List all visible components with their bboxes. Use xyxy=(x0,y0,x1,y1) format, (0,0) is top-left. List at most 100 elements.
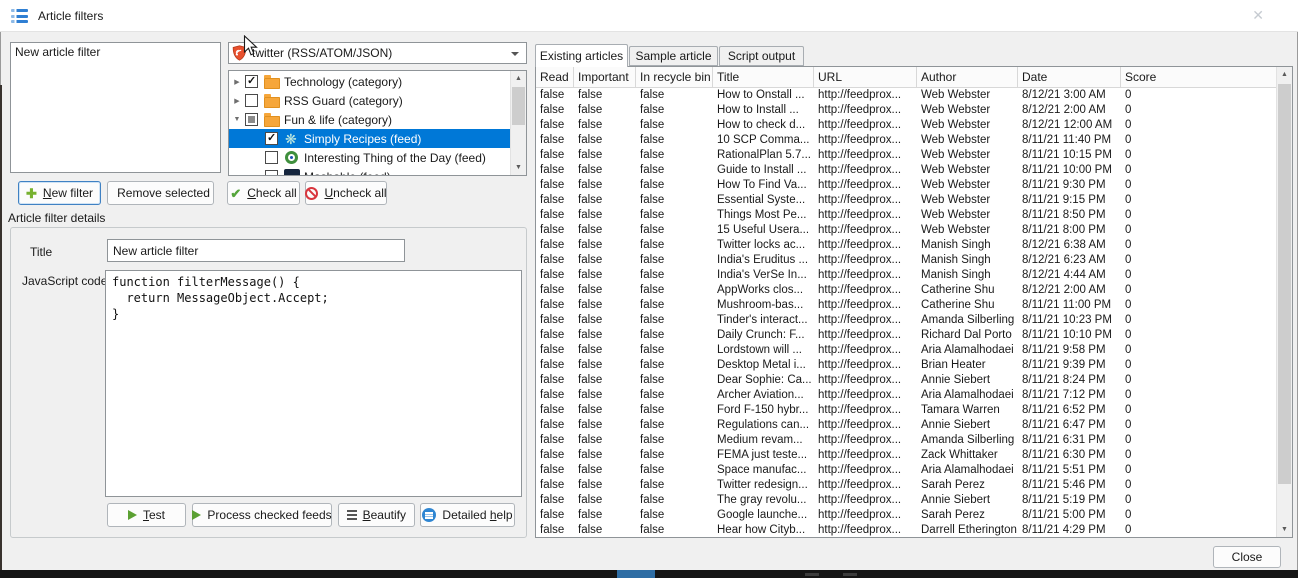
scroll-up-icon[interactable]: ▲ xyxy=(511,71,526,86)
table-row[interactable]: falsefalsefalseIndia's Eruditus ...http:… xyxy=(536,253,1276,268)
beautify-button[interactable]: Beautify xyxy=(338,503,415,527)
table-row[interactable]: falsefalsefalseFord F-150 hybr...http://… xyxy=(536,403,1276,418)
tab-script-output[interactable]: Script output xyxy=(719,46,804,66)
table-row[interactable]: falsefalsefalseRationalPlan 5.7...http:/… xyxy=(536,148,1276,163)
table-row[interactable]: falsefalsefalseDaily Crunch: F...http://… xyxy=(536,328,1276,343)
table-row[interactable]: falsefalsefalseMedium revam...http://fee… xyxy=(536,433,1276,448)
table-row[interactable]: falsefalsefalseIndia's VerSe In...http:/… xyxy=(536,268,1276,283)
table-row[interactable]: falsefalsefalseGoogle launche...http://f… xyxy=(536,508,1276,523)
feed-tree-item[interactable]: ▶Technology (category) xyxy=(229,72,510,91)
table-cell: false xyxy=(574,148,636,163)
table-row[interactable]: falsefalsefalseFEMA just teste...http://… xyxy=(536,448,1276,463)
table-row[interactable]: falsefalsefalseThe gray revolu...http://… xyxy=(536,493,1276,508)
checkbox[interactable] xyxy=(265,151,278,164)
table-cell: 8/11/21 9:15 PM xyxy=(1018,193,1121,208)
table-row[interactable]: falsefalsefalseDesktop Metal i...http://… xyxy=(536,358,1276,373)
feed-tree-item[interactable]: Simply Recipes (feed) xyxy=(229,129,510,148)
checkbox[interactable] xyxy=(265,132,278,145)
table-row[interactable]: falsefalsefalseTinder's interact...http:… xyxy=(536,313,1276,328)
tree-item-label: Simply Recipes (feed) xyxy=(304,132,421,146)
tree-item-label: Fun & life (category) xyxy=(284,113,392,127)
table-scrollbar[interactable]: ▲ ▼ xyxy=(1276,67,1292,537)
table-row[interactable]: falsefalsefalseAppWorks clos...http://fe… xyxy=(536,283,1276,298)
table-cell: false xyxy=(574,508,636,523)
test-button[interactable]: Test xyxy=(107,503,186,527)
feed-tree-item[interactable]: ▼ Fun & life (category) xyxy=(229,110,510,129)
uncheck-all-button[interactable]: Uncheck all xyxy=(305,181,387,205)
table-cell: Dear Sophie: Ca... xyxy=(713,373,814,388)
detailed-help-button[interactable]: Detailed help xyxy=(420,503,515,527)
table-row[interactable]: falsefalsefalseGuide to Install ...http:… xyxy=(536,163,1276,178)
table-row[interactable]: falsefalsefalseTwitter locks ac...http:/… xyxy=(536,238,1276,253)
table-cell: 8/12/21 3:00 AM xyxy=(1018,88,1121,103)
scroll-down-icon[interactable]: ▼ xyxy=(511,160,526,175)
column-header[interactable]: Author xyxy=(917,67,1018,87)
check-all-button[interactable]: Check all xyxy=(227,181,300,205)
scroll-up-icon[interactable]: ▲ xyxy=(1277,67,1292,82)
table-cell: false xyxy=(574,193,636,208)
table-row[interactable]: falsefalsefalseThings Most Pe...http://f… xyxy=(536,208,1276,223)
table-row[interactable]: falsefalsefalseSpace manufac...http://fe… xyxy=(536,463,1276,478)
checkbox[interactable] xyxy=(245,113,258,126)
table-row[interactable]: falsefalsefalse15 Useful Usera...http://… xyxy=(536,223,1276,238)
collapsed-expander-icon[interactable]: ▶ xyxy=(229,78,245,86)
tree-scrollbar[interactable]: ▲ ▼ xyxy=(510,71,526,175)
new-filter-button[interactable]: New filter xyxy=(18,181,101,205)
tab-sample-article[interactable]: Sample article xyxy=(629,46,718,66)
column-header[interactable]: In recycle bin xyxy=(636,67,713,87)
remove-selected-button[interactable]: Remove selected xyxy=(107,181,214,205)
table-row[interactable]: falsefalsefalseDear Sophie: Ca...http://… xyxy=(536,373,1276,388)
table-cell: false xyxy=(574,298,636,313)
feeds-tree-rows: ▶Technology (category)▶RSS Guard (catego… xyxy=(229,72,510,176)
table-cell: 8/11/21 10:23 PM xyxy=(1018,313,1121,328)
table-row[interactable]: falsefalsefalseHow to Install ...http://… xyxy=(536,103,1276,118)
checkbox[interactable] xyxy=(245,75,258,88)
filters-listbox[interactable]: New article filter xyxy=(10,42,221,173)
feed-tree-item[interactable]: ▶RSS Guard (category) xyxy=(229,91,510,110)
table-row[interactable]: falsefalsefalseRegulations can...http://… xyxy=(536,418,1276,433)
table-cell: 0 xyxy=(1121,298,1276,313)
scroll-down-icon[interactable]: ▼ xyxy=(1277,522,1292,537)
column-header[interactable]: Important xyxy=(574,67,636,87)
table-row[interactable]: falsefalsefalseArcher Aviation...http://… xyxy=(536,388,1276,403)
table-cell: 8/11/21 11:40 PM xyxy=(1018,133,1121,148)
feeds-tree[interactable]: ▶Technology (category)▶RSS Guard (catego… xyxy=(228,70,527,176)
column-header[interactable]: Score xyxy=(1121,67,1276,87)
account-combobox-value: twitter (RSS/ATOM/JSON) xyxy=(252,46,392,60)
expanded-expander-icon[interactable]: ▼ xyxy=(229,116,245,123)
feed-tree-item[interactable]: Mashable (feed) xyxy=(229,167,510,176)
table-row[interactable]: falsefalsefalseEssential Syste...http://… xyxy=(536,193,1276,208)
table-cell: false xyxy=(536,313,574,328)
tree-scrollbar-thumb[interactable] xyxy=(512,87,525,125)
table-scrollbar-thumb[interactable] xyxy=(1278,84,1291,484)
table-row[interactable]: falsefalsefalseMushroom-bas...http://fee… xyxy=(536,298,1276,313)
close-window-icon[interactable]: ✕ xyxy=(1252,7,1264,24)
process-checked-feeds-button[interactable]: Process checked feeds xyxy=(192,503,332,527)
table-row[interactable]: falsefalsefalseLordstown will ...http://… xyxy=(536,343,1276,358)
account-combobox[interactable]: twitter (RSS/ATOM/JSON) xyxy=(228,42,527,64)
feed-tree-item[interactable]: Interesting Thing of the Day (feed) xyxy=(229,148,510,167)
collapsed-expander-icon[interactable]: ▶ xyxy=(229,97,245,105)
javascript-code-editor[interactable]: function filterMessage() { return Messag… xyxy=(105,270,522,497)
table-row[interactable]: falsefalsefalseTwitter redesign...http:/… xyxy=(536,478,1276,493)
checkbox[interactable] xyxy=(265,170,278,176)
table-cell: Medium revam... xyxy=(713,433,814,448)
table-row[interactable]: falsefalsefalseHow to check d...http://f… xyxy=(536,118,1276,133)
table-row[interactable]: falsefalsefalseHear how Cityb...http://f… xyxy=(536,523,1276,536)
table-row[interactable]: falsefalsefalseHow to Onstall ...http://… xyxy=(536,88,1276,103)
table-cell: false xyxy=(536,103,574,118)
table-cell: 0 xyxy=(1121,388,1276,403)
column-header[interactable]: Read xyxy=(536,67,574,87)
tab-existing-articles[interactable]: Existing articles xyxy=(535,44,628,67)
filter-title-input[interactable]: New article filter xyxy=(107,239,405,262)
table-row[interactable]: falsefalsefalse10 SCP Comma...http://fee… xyxy=(536,133,1276,148)
close-button[interactable]: Close xyxy=(1213,546,1281,568)
column-header[interactable]: Title xyxy=(713,67,814,87)
table-row[interactable]: falsefalsefalseHow To Find Va...http://f… xyxy=(536,178,1276,193)
column-header[interactable]: Date xyxy=(1018,67,1121,87)
checkbox[interactable] xyxy=(245,94,258,107)
column-header[interactable]: URL xyxy=(814,67,917,87)
table-cell: The gray revolu... xyxy=(713,493,814,508)
filter-list-item[interactable]: New article filter xyxy=(11,43,220,62)
table-cell: 8/11/21 11:00 PM xyxy=(1018,298,1121,313)
